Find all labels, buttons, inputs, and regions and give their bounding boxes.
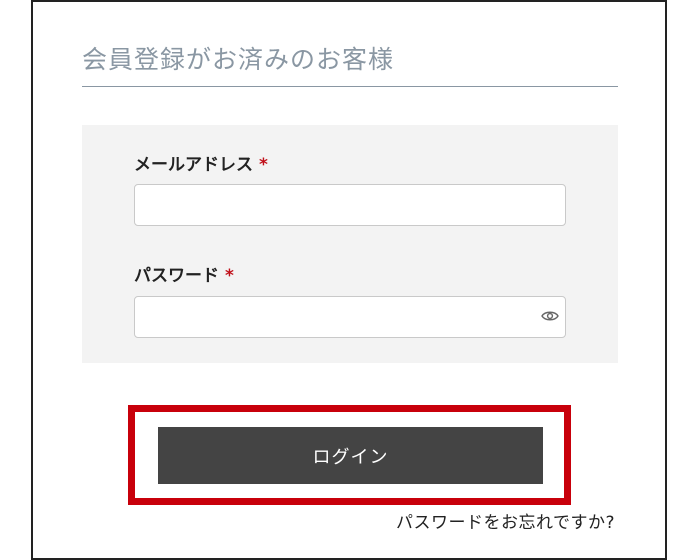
eye-icon[interactable] [541,309,559,323]
email-label: メールアドレス * [134,153,268,177]
password-required-mark: * [225,266,234,286]
password-label: パスワード * [134,264,234,288]
password-field[interactable] [134,296,566,338]
title-divider [82,86,618,87]
password-label-text: パスワード [134,266,219,286]
email-label-text: メールアドレス [134,155,253,175]
login-button[interactable]: ログイン [158,427,543,484]
email-field[interactable] [134,184,566,226]
email-required-mark: * [259,155,268,175]
section-title: 会員登録がお済みのお客様 [82,45,395,74]
forgot-password-link[interactable]: パスワードをお忘れですか? [396,511,615,535]
